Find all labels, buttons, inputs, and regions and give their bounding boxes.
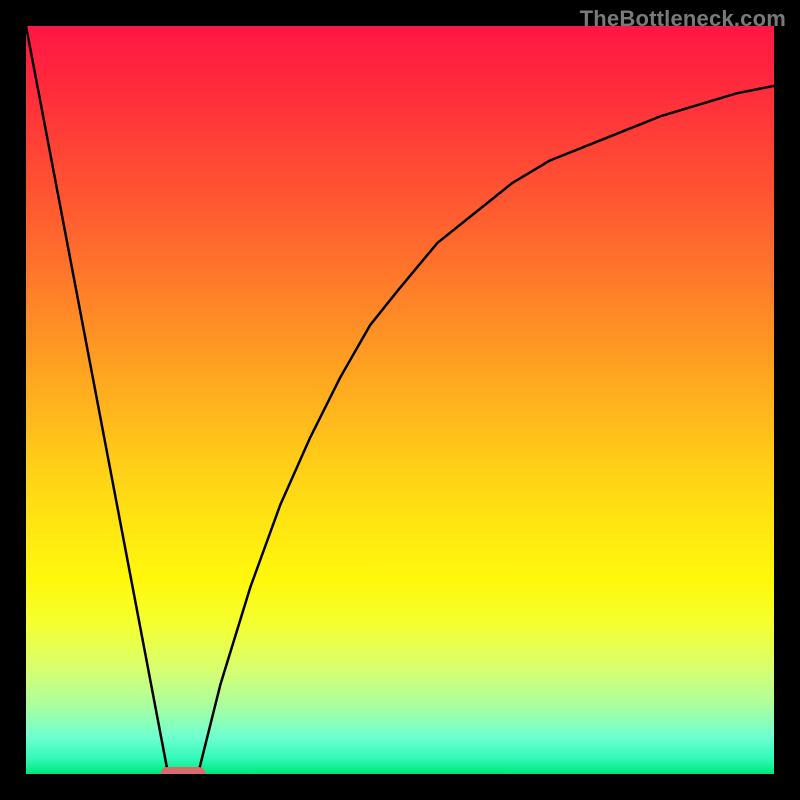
curve-layer — [26, 26, 774, 774]
curve-left-branch — [26, 26, 168, 774]
bottleneck-chart — [26, 26, 774, 774]
watermark-text: TheBottleneck.com — [580, 6, 786, 32]
curve-right-branch — [198, 86, 774, 774]
optimum-marker — [161, 767, 206, 774]
